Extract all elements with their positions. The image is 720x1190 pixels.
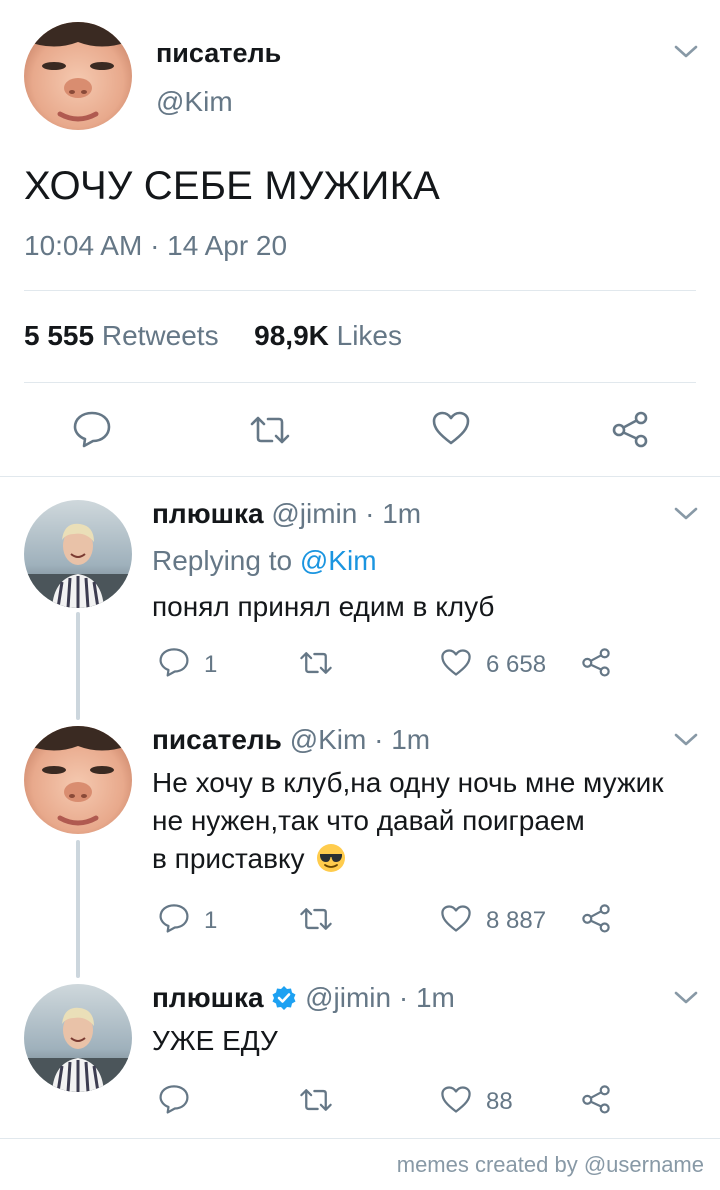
replying-to: Replying to @Kim xyxy=(152,545,377,576)
divider xyxy=(0,1138,720,1139)
share-icon[interactable] xyxy=(580,903,612,933)
chevron-down-icon[interactable] xyxy=(673,506,699,522)
share-icon[interactable] xyxy=(580,647,612,677)
verified-badge-icon xyxy=(271,985,297,1018)
sunglasses-emoji-icon xyxy=(316,843,346,883)
reply-icon[interactable] xyxy=(158,903,190,933)
retweet-icon[interactable] xyxy=(298,906,334,932)
reply-icon[interactable] xyxy=(158,1084,190,1114)
likes-stat[interactable]: 98,9K Likes xyxy=(254,320,402,351)
heart-icon[interactable] xyxy=(440,904,472,933)
tweet-stats: 5 555 Retweets 98,9K Likes xyxy=(24,320,402,352)
divider xyxy=(0,476,720,477)
reply-avatar[interactable] xyxy=(24,984,132,1092)
heart-icon[interactable] xyxy=(440,1085,472,1114)
reply-text: понял принял едим в клуб xyxy=(152,591,495,622)
chevron-down-icon[interactable] xyxy=(673,732,699,748)
like-count: 6 658 xyxy=(486,651,547,678)
retweets-stat[interactable]: 5 555 Retweets xyxy=(24,320,219,351)
reply-count: 1 xyxy=(204,907,218,934)
reply-author-handle[interactable]: @jimin · 1m xyxy=(305,982,455,1013)
reply-count: 1 xyxy=(204,651,218,678)
reply-author-name[interactable]: плюшка xyxy=(152,498,264,529)
tweet-text: ХОЧУ СЕБЕ МУЖИКА xyxy=(24,164,440,208)
divider xyxy=(24,382,696,383)
thread-line xyxy=(76,840,80,978)
reply-icon[interactable] xyxy=(158,647,190,677)
divider xyxy=(24,290,696,291)
reply-text-line: Не хочу в клуб,на одну ночь мне мужик xyxy=(152,767,664,798)
reply-text-line: не нужен,так что давай поиграем xyxy=(152,805,585,836)
chevron-down-icon[interactable] xyxy=(673,990,699,1006)
like-count: 88 xyxy=(486,1088,513,1115)
replying-to-handle[interactable]: @Kim xyxy=(300,545,377,576)
reply-avatar[interactable] xyxy=(24,500,132,608)
author-name[interactable]: писатель xyxy=(156,38,281,69)
retweet-icon[interactable] xyxy=(248,414,292,446)
reply-author-name[interactable]: плюшка xyxy=(152,982,264,1013)
reply-icon[interactable] xyxy=(72,410,112,448)
share-icon[interactable] xyxy=(610,410,650,448)
thread-line xyxy=(76,612,80,720)
reply-text: Не хочу в клуб,на одну ночь мне мужик не… xyxy=(152,764,712,883)
share-icon[interactable] xyxy=(580,1084,612,1114)
watermark: memes created by @username xyxy=(396,1152,704,1177)
author-avatar[interactable] xyxy=(24,22,132,130)
reply-text-line: в приставку xyxy=(152,843,305,874)
reply-author-handle[interactable]: @Kim · 1m xyxy=(290,724,430,755)
reply-text: УЖЕ ЕДУ xyxy=(152,1025,278,1056)
chevron-down-icon[interactable] xyxy=(673,44,699,60)
reply-header: плюшка @jimin · 1m xyxy=(152,982,455,1018)
like-count: 8 887 xyxy=(486,907,547,934)
retweet-icon[interactable] xyxy=(298,1087,334,1113)
reply-header: писатель @Kim · 1m xyxy=(152,724,430,756)
reply-header: плюшка @jimin · 1m xyxy=(152,498,421,530)
tweet-timestamp[interactable]: 10:04 AM · 14 Apr 20 xyxy=(24,230,287,262)
author-handle[interactable]: @Kim xyxy=(156,86,233,118)
retweet-icon[interactable] xyxy=(298,650,334,676)
heart-icon[interactable] xyxy=(431,410,471,446)
reply-avatar[interactable] xyxy=(24,726,132,834)
reply-author-handle[interactable]: @jimin · 1m xyxy=(271,498,421,529)
heart-icon[interactable] xyxy=(440,648,472,677)
reply-author-name[interactable]: писатель xyxy=(152,724,282,755)
